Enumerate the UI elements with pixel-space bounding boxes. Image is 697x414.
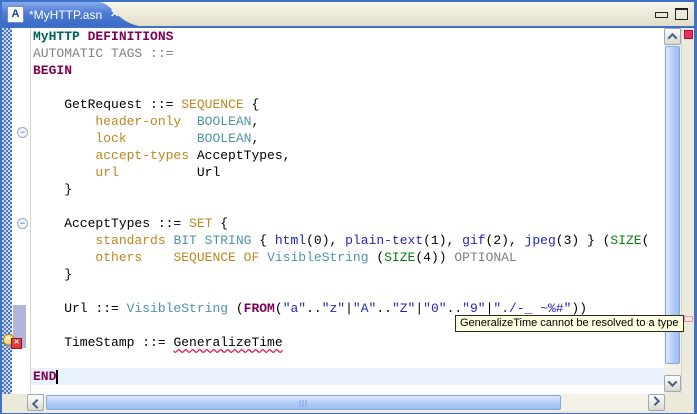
overview-ruler[interactable] — [681, 28, 694, 394]
maximize-button[interactable] — [675, 8, 688, 20]
code-line[interactable] — [33, 351, 664, 368]
horizontal-scrollbar-thumb[interactable] — [46, 395, 561, 410]
scroll-right-button[interactable] — [648, 394, 665, 411]
tab-close-icon[interactable]: ✕ — [110, 9, 119, 20]
error-quickfix-icon[interactable]: ✕ — [3, 333, 22, 349]
editor-tab[interactable]: A *MyHTTP.asn ✕ — [2, 2, 152, 27]
tab-strip: A *MyHTTP.asn ✕ — [2, 2, 694, 26]
code-line[interactable] — [33, 283, 664, 300]
scroll-up-button[interactable] — [664, 28, 681, 45]
code-line[interactable]: accept-types AcceptTypes, — [33, 147, 664, 164]
scroll-left-button[interactable] — [27, 394, 44, 411]
chevron-right-icon — [650, 396, 661, 407]
asn-file-icon: A — [7, 6, 24, 23]
editor-window: A *MyHTTP.asn ✕ − − ✕ MyHTTP DEFINITIONS… — [0, 0, 697, 414]
chevron-up-icon — [667, 32, 678, 43]
minimize-button[interactable] — [655, 12, 668, 18]
text-caret — [56, 370, 58, 384]
code-line[interactable]: AcceptTypes ::= SET { — [33, 215, 664, 232]
minus-glyph: − — [19, 217, 26, 228]
minus-glyph: − — [19, 126, 26, 137]
code-line[interactable]: END — [33, 368, 664, 385]
overview-error-indicator[interactable] — [684, 30, 693, 39]
code-editor[interactable]: MyHTTP DEFINITIONS AUTOMATIC TAGS ::= BEGI… — [31, 28, 664, 394]
code-line[interactable]: } — [33, 181, 664, 198]
code-line[interactable]: } — [33, 266, 664, 283]
code-line[interactable]: url Url — [33, 164, 664, 181]
overview-error-marker[interactable] — [684, 316, 693, 322]
editor-area: − − ✕ MyHTTP DEFINITIONS AUTOMATIC TAGS :… — [2, 26, 694, 413]
chevron-down-icon — [667, 377, 678, 388]
code-line[interactable] — [33, 79, 664, 96]
tab-title: *MyHTTP.asn — [29, 7, 103, 22]
code-line[interactable] — [33, 198, 664, 215]
code-line[interactable]: GetRequest ::= SEQUENCE { — [33, 96, 664, 113]
error-x-icon: ✕ — [11, 338, 22, 349]
error-tooltip: GeneralizeTime cannot be resolved to a t… — [455, 315, 684, 332]
chevron-left-icon — [31, 398, 42, 409]
code-line[interactable]: AUTOMATIC TAGS ::= — [33, 45, 664, 62]
fold-collapse-icon[interactable]: − — [17, 127, 28, 138]
code-line[interactable]: BEGIN — [33, 62, 664, 79]
code-line[interactable]: header-only BOOLEAN, — [33, 113, 664, 130]
scroll-down-button[interactable] — [664, 375, 681, 392]
code-line[interactable]: standards BIT STRING { html(0), plain-te… — [33, 232, 664, 249]
code-line[interactable]: MyHTTP DEFINITIONS — [33, 28, 664, 45]
code-line[interactable]: TimeStamp ::= GeneralizeTime — [33, 334, 664, 351]
fold-collapse-icon[interactable]: − — [17, 218, 28, 229]
thumb-grip — [299, 400, 308, 407]
horizontal-scrollbar[interactable] — [27, 394, 665, 411]
vertical-scrollbar[interactable] — [664, 28, 681, 392]
code-line[interactable]: lock BOOLEAN, — [33, 130, 664, 147]
code-line[interactable]: others SEQUENCE OF VisibleString (SIZE(4… — [33, 249, 664, 266]
